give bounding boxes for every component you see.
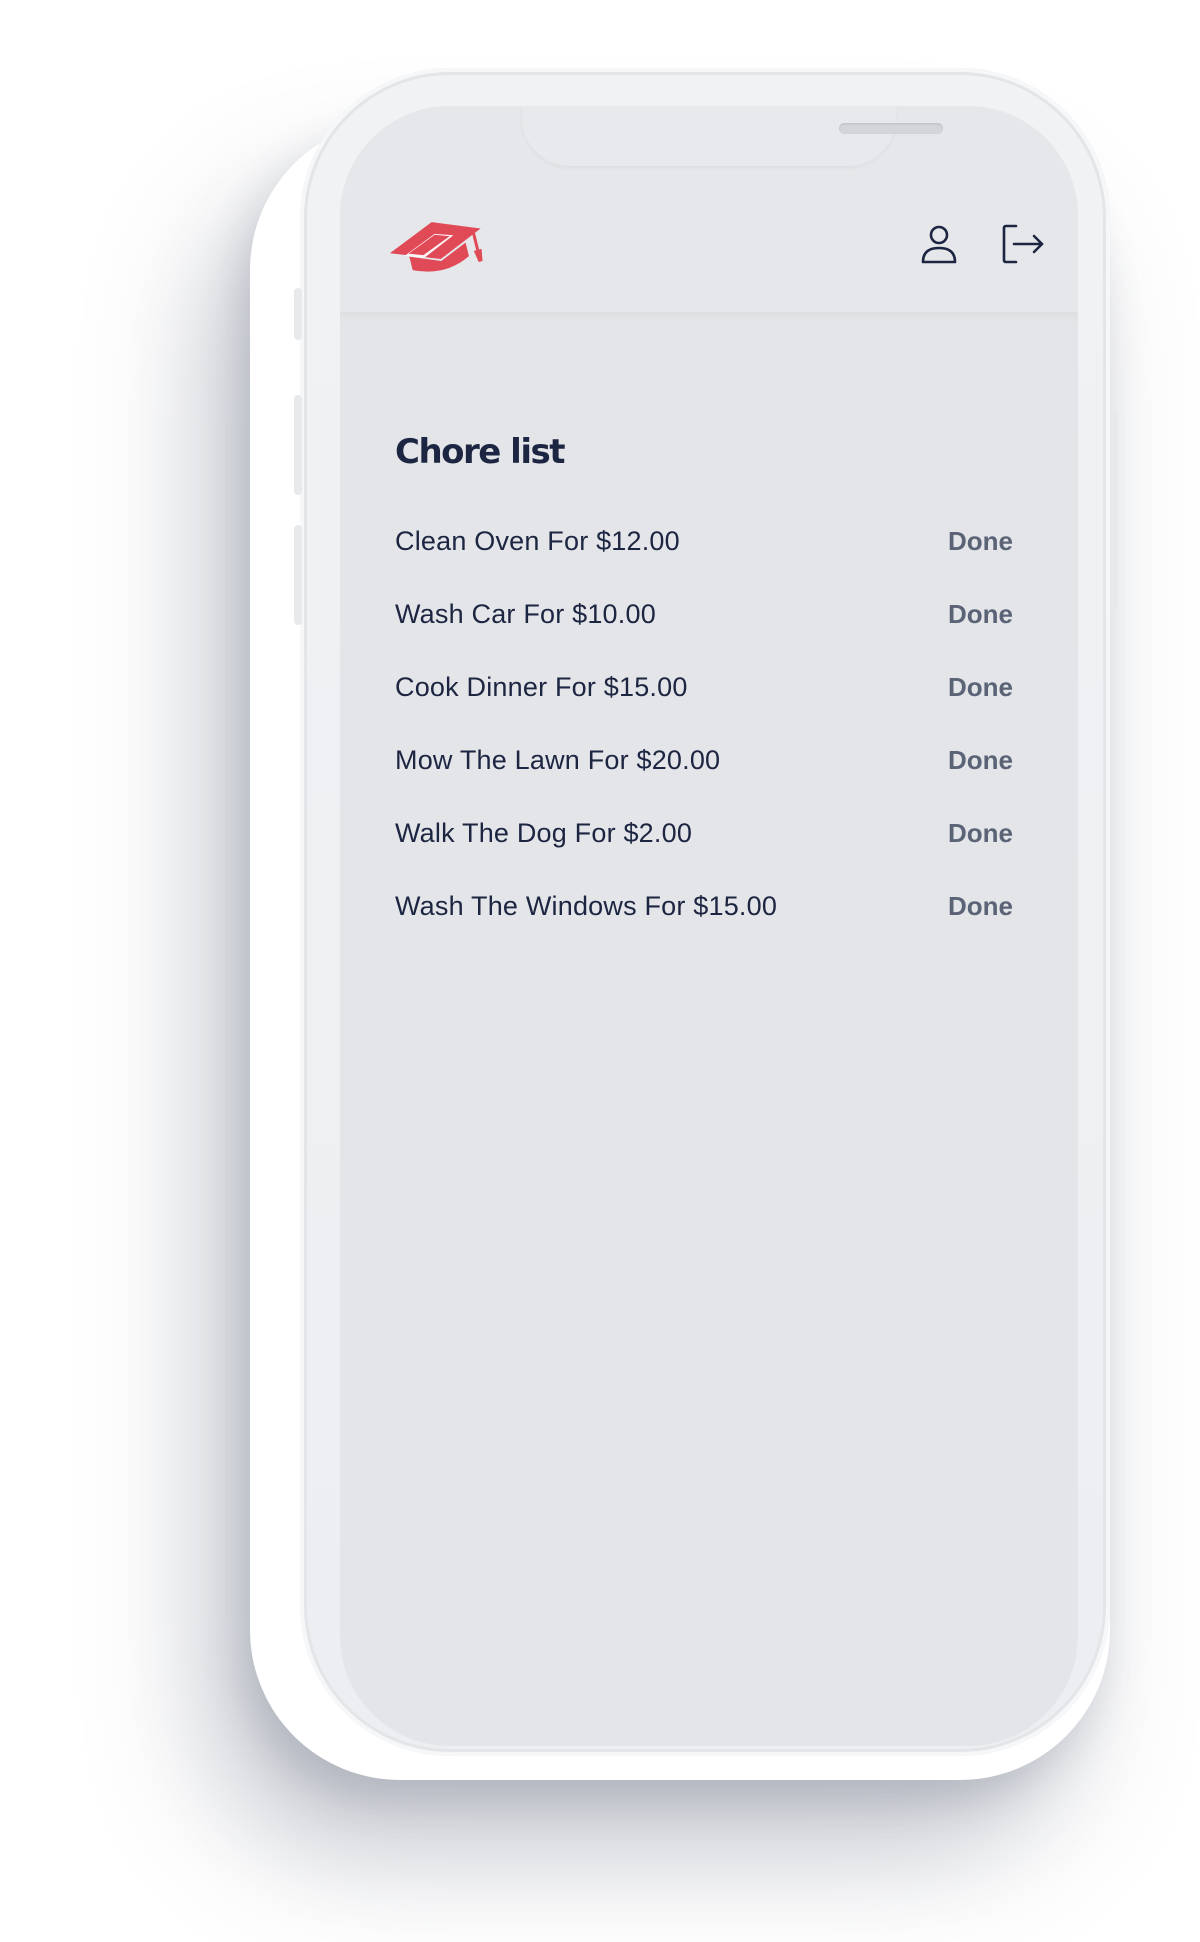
user-icon[interactable] (913, 218, 965, 270)
chore-label: Wash Car For $10.00 (395, 599, 656, 629)
chore-label: Wash The Windows For $15.00 (395, 891, 778, 921)
done-button[interactable]: Done (948, 745, 1013, 776)
side-button-volume-down (294, 525, 302, 625)
device-notch (522, 106, 943, 166)
chore-label: Walk The Dog For $2.00 (395, 818, 693, 848)
chore-label: Cook Dinner For $15.00 (395, 672, 688, 702)
chore-label: Clean Oven For $12.00 (395, 526, 680, 556)
chore-label: Mow The Lawn For $20.00 (395, 745, 721, 775)
chore-row: Clean Oven For $12.00 Done (395, 505, 1025, 578)
side-button-mute (294, 288, 302, 340)
chore-row: Cook Dinner For $15.00 Done (395, 651, 1025, 724)
chore-row: Wash Car For $10.00 Done (395, 578, 1025, 651)
page-title: Chore list (395, 432, 565, 472)
speaker-grille (839, 123, 943, 134)
side-button-power (1110, 410, 1118, 610)
done-button[interactable]: Done (948, 672, 1013, 703)
logout-icon[interactable] (998, 218, 1050, 270)
done-button[interactable]: Done (948, 599, 1013, 630)
done-button[interactable]: Done (948, 891, 1013, 922)
chore-row: Wash The Windows For $15.00 Done (395, 870, 1025, 943)
side-button-volume-up (294, 395, 302, 495)
chore-row: Walk The Dog For $2.00 Done (395, 797, 1025, 870)
chore-list: Clean Oven For $12.00 Done Wash Car For … (395, 505, 1025, 943)
chore-row: Mow The Lawn For $20.00 Done (395, 724, 1025, 797)
app-screen: Chore list Clean Oven For $12.00 Done Wa… (340, 106, 1078, 1746)
done-button[interactable]: Done (948, 818, 1013, 849)
app-header (340, 106, 1078, 312)
graduation-cap-icon[interactable] (385, 208, 485, 280)
done-button[interactable]: Done (948, 526, 1013, 557)
main-content: Chore list Clean Oven For $12.00 Done Wa… (395, 431, 1025, 943)
